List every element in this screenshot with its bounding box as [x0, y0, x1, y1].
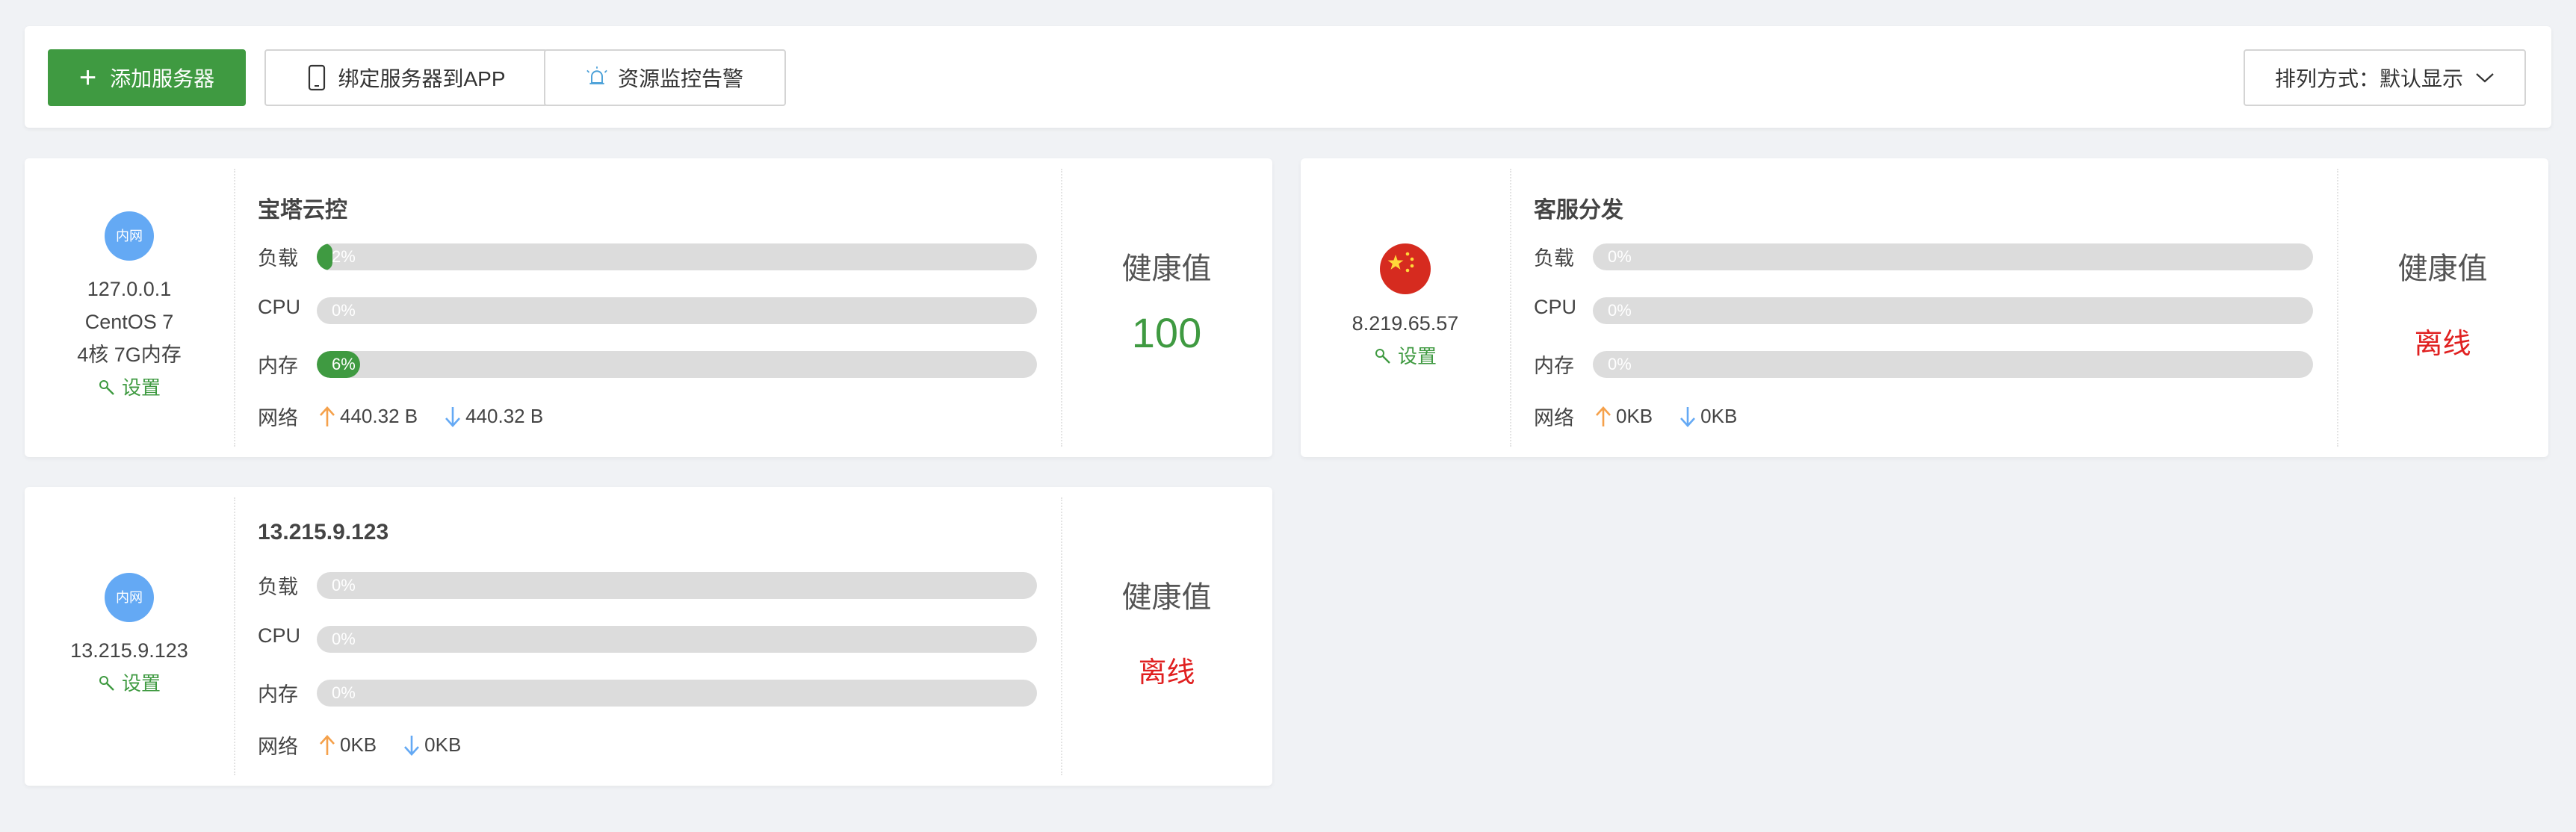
server-info: 8.219.65.57 设置 — [1301, 158, 1510, 457]
toolbar: + 添加服务器 绑定服务器到APP 资源监控告警 排列方式：默认显示 — [25, 26, 2551, 128]
load-bar: 2% — [317, 243, 1037, 270]
offline-status: 离线 — [2414, 329, 2471, 360]
offline-status: 离线 — [1138, 657, 1195, 689]
settings-link[interactable]: 设置 — [98, 371, 161, 404]
server-spec: 4核 7G内存 — [77, 344, 182, 366]
memory-percent: 0% — [1608, 355, 1632, 373]
load-label: 负载 — [258, 247, 298, 270]
resource-alarm-button[interactable]: 资源监控告警 — [544, 49, 786, 106]
health-label: 健康值 — [1121, 252, 1212, 285]
cpu-percent: 0% — [332, 301, 356, 320]
bind-app-label: 绑定服务器到APP — [338, 67, 506, 90]
upload-arrow-icon — [320, 406, 335, 426]
network-label: 网络 — [258, 407, 298, 429]
server-info: 内网 127.0.0.1 CentOS 7 4核 7G内存 设置 — [25, 158, 234, 457]
load-bar-fill — [317, 243, 332, 270]
cpu-label: CPU — [1534, 296, 1577, 318]
cpu-percent: 0% — [1608, 301, 1632, 320]
load-bar: 0% — [1593, 243, 2313, 270]
upload-arrow-icon — [320, 734, 335, 755]
network-row: 网络 440.32 B 440.32 B — [258, 402, 543, 431]
server-ip: 127.0.0.1 — [87, 278, 172, 300]
memory-label: 内存 — [258, 355, 298, 377]
bind-app-button[interactable]: 绑定服务器到APP — [264, 49, 548, 106]
server-info: 内网 13.215.9.123 设置 — [25, 487, 234, 786]
wrench-icon — [99, 380, 114, 395]
add-server-button[interactable]: + 添加服务器 — [48, 49, 246, 106]
network-label: 网络 — [1534, 407, 1574, 429]
download-value: 440.32 B — [465, 405, 544, 427]
memory-label: 内存 — [1534, 355, 1574, 377]
chevron-down-icon — [2476, 73, 2494, 83]
server-name: 13.215.9.123 — [258, 520, 389, 544]
settings-label: 设置 — [121, 376, 161, 399]
upload-value: 440.32 B — [340, 405, 418, 427]
server-name: 客服分发 — [1534, 198, 1623, 223]
add-server-label: 添加服务器 — [110, 67, 215, 90]
plus-icon: + — [78, 61, 97, 94]
settings-link[interactable]: 设置 — [98, 667, 161, 700]
cpu-bar: 0% — [317, 297, 1037, 324]
server-ip: 8.219.65.57 — [1352, 312, 1459, 335]
server-name: 宝塔云控 — [258, 198, 347, 223]
alarm-bell-icon — [586, 66, 607, 84]
memory-percent: 0% — [332, 683, 356, 702]
health-label: 健康值 — [1121, 581, 1212, 614]
download-arrow-icon — [1680, 406, 1696, 427]
network-row: 网络 0KB 0KB — [258, 730, 461, 760]
memory-percent: 6% — [332, 355, 356, 373]
network-row: 网络 0KB 0KB — [1534, 402, 1737, 431]
sort-dropdown[interactable]: 排列方式：默认显示 — [2244, 49, 2526, 106]
load-percent: 0% — [332, 576, 356, 594]
cpu-bar: 0% — [1593, 297, 2313, 324]
divider — [1510, 169, 1511, 447]
network-label: 网络 — [258, 736, 298, 758]
load-percent: 2% — [332, 247, 356, 266]
resource-alarm-label: 资源监控告警 — [617, 67, 743, 90]
sort-label: 排列方式：默认显示 — [2274, 67, 2463, 90]
download-arrow-icon — [445, 406, 461, 427]
load-label: 负载 — [258, 576, 298, 598]
server-os: CentOS 7 — [84, 311, 174, 333]
memory-bar: 0% — [1593, 351, 2313, 378]
upload-value: 0KB — [340, 733, 377, 756]
cpu-label: CPU — [258, 296, 301, 318]
wrench-icon — [99, 676, 114, 691]
health-panel: 健康值 100 — [1061, 158, 1272, 457]
settings-label: 设置 — [1397, 345, 1437, 367]
cpu-bar: 0% — [317, 626, 1037, 653]
load-bar: 0% — [317, 572, 1037, 599]
download-arrow-icon — [404, 735, 420, 756]
download-value: 0KB — [424, 733, 462, 756]
intranet-badge: 内网 — [105, 573, 154, 622]
memory-bar: 6% — [317, 351, 1037, 378]
server-card: 内网 127.0.0.1 CentOS 7 4核 7G内存 设置 宝塔云控 负载… — [25, 158, 1272, 457]
settings-link[interactable]: 设置 — [1374, 340, 1437, 373]
divider — [234, 497, 235, 775]
settings-label: 设置 — [121, 672, 161, 695]
server-ip: 13.215.9.123 — [70, 639, 188, 662]
health-panel: 健康值 离线 — [1061, 487, 1272, 786]
load-label: 负载 — [1534, 247, 1574, 270]
memory-label: 内存 — [258, 683, 298, 706]
server-card: 内网 13.215.9.123 设置 13.215.9.123 负载 0% CP… — [25, 487, 1272, 786]
divider — [234, 169, 235, 447]
upload-arrow-icon — [1596, 406, 1611, 426]
intranet-badge: 内网 — [105, 211, 154, 261]
health-panel: 健康值 离线 — [2337, 158, 2548, 457]
cpu-percent: 0% — [332, 630, 356, 648]
health-score: 100 — [1131, 309, 1202, 356]
health-label: 健康值 — [2397, 252, 2488, 285]
cpu-label: CPU — [258, 624, 301, 647]
memory-bar: 0% — [317, 680, 1037, 707]
phone-icon — [309, 64, 326, 91]
load-percent: 0% — [1608, 247, 1632, 266]
server-card: 8.219.65.57 设置 客服分发 负载 0% CPU 0% 内存 0% 网… — [1301, 158, 2548, 457]
wrench-icon — [1375, 349, 1390, 364]
china-flag-icon — [1380, 243, 1431, 294]
upload-value: 0KB — [1616, 405, 1653, 427]
download-value: 0KB — [1700, 405, 1738, 427]
